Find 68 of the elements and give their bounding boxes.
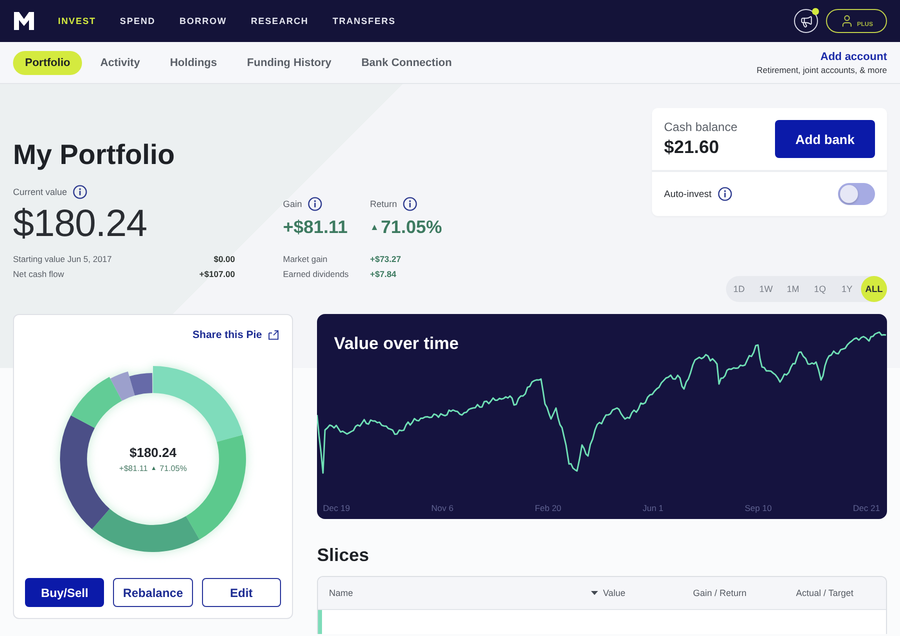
- info-icon[interactable]: [403, 197, 418, 211]
- detail-label: Earned dividends: [283, 268, 349, 281]
- tab[interactable]: Bank Connection: [349, 50, 464, 74]
- donut-slice[interactable]: [110, 372, 135, 401]
- share-link[interactable]: Share this Pie: [192, 329, 262, 341]
- stat-label: Return: [370, 199, 398, 209]
- nav-link[interactable]: BORROW: [179, 16, 227, 26]
- chart-title: Value over time: [334, 334, 459, 354]
- donut-slice[interactable]: [92, 508, 200, 552]
- axis-label: Dec 19: [323, 502, 350, 514]
- detail-label: Net cash flow: [13, 268, 64, 281]
- column-header[interactable]: Name: [329, 588, 354, 598]
- detail-value: $0.00: [214, 253, 235, 266]
- donut-total: $180.24: [130, 445, 176, 460]
- pie-action-button[interactable]: Rebalance: [113, 578, 193, 607]
- pie-action-button[interactable]: Edit: [202, 578, 281, 607]
- detail-value: +$7.84: [370, 268, 396, 281]
- column-header[interactable]: Gain / Return: [693, 588, 747, 598]
- cash-label: Cash balance: [664, 120, 738, 134]
- sort-caret-icon[interactable]: [591, 591, 598, 595]
- info-icon[interactable]: [718, 187, 732, 201]
- share-icon[interactable]: [268, 330, 279, 340]
- donut-return: 71.05%: [160, 464, 187, 473]
- section-title: Slices: [317, 544, 370, 566]
- axis-label: Sep 10: [744, 502, 772, 514]
- donut-gain: +$81.11: [119, 464, 148, 473]
- auto-invest-toggle[interactable]: [838, 183, 875, 205]
- detail-value: +$107.00: [199, 268, 235, 281]
- detail-value: +$73.27: [370, 253, 401, 266]
- gain-value: +$81.11: [283, 216, 348, 238]
- auto-invest-label: Auto-invest: [664, 188, 712, 200]
- add-account-link[interactable]: Add account: [820, 50, 887, 62]
- detail-label: Starting value Jun 5, 2017: [13, 253, 112, 266]
- cash-value: $21.60: [664, 137, 720, 158]
- donut-slice[interactable]: [60, 415, 110, 530]
- trend-arrow: ▲: [370, 222, 379, 232]
- page-title: My Portfolio: [13, 138, 175, 172]
- logo-icon[interactable]: [14, 12, 34, 30]
- nav-link[interactable]: TRANSFERS: [332, 16, 396, 26]
- donut-slice[interactable]: [129, 373, 152, 396]
- stat-label: Current value: [13, 187, 68, 197]
- nav-link[interactable]: RESEARCH: [250, 16, 309, 26]
- user-icon: [840, 14, 854, 28]
- detail-label: Market gain: [283, 253, 328, 266]
- nav-link[interactable]: INVEST: [58, 16, 96, 26]
- announcements-button[interactable]: [794, 9, 818, 33]
- tab[interactable]: Portfolio: [13, 50, 82, 74]
- donut-slice[interactable]: [70, 376, 122, 428]
- add-bank-button[interactable]: Add bank: [775, 120, 875, 158]
- tab[interactable]: Funding History: [235, 50, 344, 74]
- axis-label: Jun 1: [642, 502, 664, 514]
- pie-action-button[interactable]: Buy/Sell: [25, 578, 104, 607]
- tab[interactable]: Holdings: [158, 50, 230, 74]
- column-header[interactable]: Value: [603, 588, 626, 598]
- tab[interactable]: Activity: [88, 50, 152, 74]
- add-account-caption: Retirement, joint accounts, & more: [756, 64, 887, 74]
- axis-label: Nov 6: [431, 502, 454, 514]
- stat-label: Gain: [283, 199, 302, 209]
- column-header[interactable]: Actual / Target: [796, 588, 854, 598]
- axis-label: Feb 20: [534, 502, 562, 514]
- range-tab[interactable]: ALL: [861, 276, 887, 302]
- axis-label: Dec 21: [853, 502, 880, 514]
- info-icon[interactable]: [73, 185, 88, 199]
- return-value: 71.05%: [380, 216, 442, 238]
- nav-link[interactable]: SPEND: [120, 16, 156, 26]
- megaphone-icon: [800, 14, 812, 28]
- current-value: $180.24: [13, 202, 147, 246]
- info-icon[interactable]: [308, 197, 322, 211]
